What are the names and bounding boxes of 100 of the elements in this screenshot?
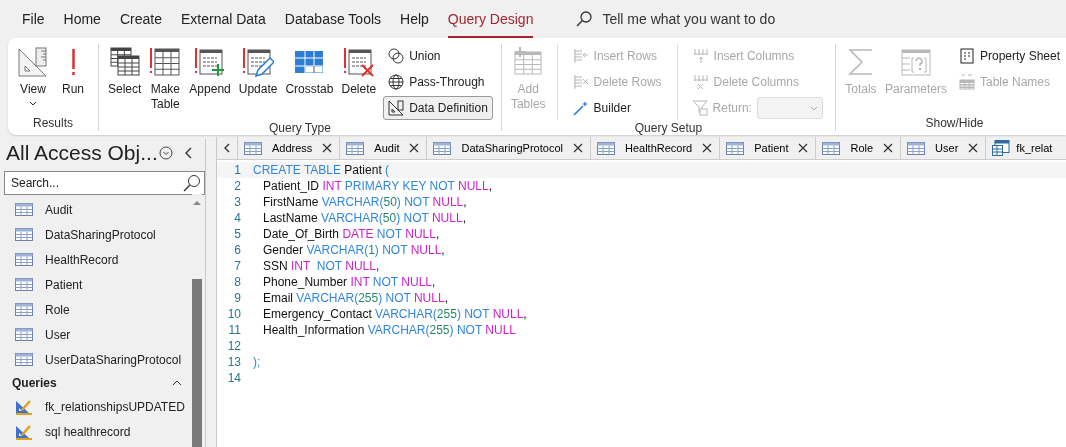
triangle-ruler-icon: [17, 46, 49, 78]
nav-item[interactable]: Audit: [0, 197, 205, 222]
nav-item[interactable]: UserDataSharingProtocol: [0, 347, 205, 372]
ribbon-tab[interactable]: Home: [63, 0, 101, 38]
scroll-left-icon[interactable]: [224, 143, 230, 153]
ribbon-button[interactable]: Data Definition: [383, 96, 493, 120]
group-header[interactable]: Queries: [12, 376, 57, 390]
table-pencil-icon: [242, 46, 275, 78]
ribbon-button[interactable]: Select: [105, 44, 145, 120]
table-plus-icon: [512, 46, 545, 78]
line-number: 12: [226, 338, 241, 354]
code-line: );: [253, 354, 261, 370]
code-line: Emergency_Contact VARCHAR(255) NOT NULL,: [262, 306, 527, 322]
funnel-icon: [691, 100, 708, 116]
table-grid-icon: [108, 46, 141, 78]
ribbon-button[interactable]: Property Sheet: [954, 44, 1066, 68]
columns-arrow-icon: [692, 48, 709, 64]
nav-item-label: Patient: [45, 277, 83, 292]
pane-title: All Access Obj...: [6, 141, 159, 165]
ribbon-button[interactable]: Append: [186, 44, 234, 120]
ribbon-button[interactable]: Union: [383, 44, 493, 68]
table-icon: [15, 353, 33, 366]
ribbon-button[interactable]: View: [14, 44, 52, 115]
nav-item[interactable]: User: [0, 322, 205, 347]
nav-item[interactable]: Role: [0, 297, 205, 322]
table-icon: [726, 141, 745, 155]
rows-x-icon: [572, 74, 589, 90]
ribbon-button[interactable]: Crosstab: [282, 44, 337, 120]
nav-item-label: DataSharingProtocol: [45, 227, 156, 242]
search-icon: [183, 174, 201, 192]
document-tab[interactable]: HealthRecord: [589, 137, 720, 159]
table-icon: [346, 141, 365, 155]
ribbon-tab[interactable]: External Data: [180, 0, 266, 38]
line-number: 14: [226, 370, 241, 386]
search-field[interactable]: Search...: [4, 171, 205, 195]
document-tab[interactable]: User: [900, 137, 986, 159]
triangle-ruler-icon: [388, 100, 405, 116]
overlapping-circles-icon: [388, 48, 405, 64]
ribbon-button[interactable]: Update: [235, 44, 281, 120]
code-line: Gender VARCHAR(1) NOT NULL,: [262, 242, 445, 258]
nav-item[interactable]: HealthRecord: [0, 247, 205, 272]
code-line: Date_Of_Birth DATE NOT NULL,: [262, 226, 440, 242]
document-tab[interactable]: DataSharingProtocol: [426, 137, 590, 159]
ribbon-button[interactable]: Run: [54, 44, 92, 115]
table-grid-icon: [959, 74, 975, 90]
close-icon: [409, 143, 420, 153]
columns-x-icon: [692, 74, 709, 90]
ribbon-tab[interactable]: Create: [119, 0, 162, 38]
nav-item[interactable]: DataSharingProtocol: [0, 222, 205, 247]
code-line: FirstName VARCHAR(50) NOT NULL,: [262, 194, 467, 210]
exclamation-icon: [71, 49, 75, 75]
close-icon: [968, 143, 979, 153]
table-question-icon: [899, 46, 932, 78]
nav-item[interactable]: Patient: [0, 272, 205, 297]
code-line: SSN INT NOT NULL,: [262, 258, 380, 274]
document-tab[interactable]: Address: [237, 137, 340, 159]
rows-arrow-icon: [572, 48, 589, 64]
nav-item-label: HealthRecord: [45, 252, 119, 267]
table-icon: [822, 141, 841, 155]
nav-item-label: Audit: [45, 202, 73, 217]
group-label: Results: [32, 115, 74, 131]
ribbon-button[interactable]: Delete: [338, 44, 380, 120]
ribbon-button[interactable]: Builder: [567, 96, 667, 120]
group-label: Query Type: [268, 120, 332, 136]
document-tab[interactable]: Audit: [339, 137, 427, 159]
line-number: 9: [233, 290, 241, 306]
scrollbar-thumb[interactable]: [192, 279, 202, 447]
line-number: 7: [233, 258, 241, 274]
close-icon: [798, 143, 809, 153]
nav-item-label: fk_relationshipsUPDATED: [45, 399, 185, 414]
document-tab[interactable]: fk_relat: [985, 137, 1053, 159]
ribbon-tab[interactable]: File: [22, 0, 45, 38]
scroll-up-icon: [192, 200, 202, 206]
nav-item-label: sql healthrecord: [45, 424, 131, 439]
table-icon: [15, 303, 33, 316]
table-icon: [15, 278, 33, 291]
document-tab[interactable]: Role: [815, 137, 901, 159]
tell-me-field[interactable]: Tell me what you want to do: [602, 11, 823, 27]
nav-item[interactable]: sql healthrecord: [0, 419, 205, 444]
document-tab[interactable]: Patient: [719, 137, 816, 159]
line-number: 11: [227, 322, 241, 338]
chevron-down-icon: [29, 101, 37, 106]
code-line: Email VARCHAR(255) NOT NULL,: [262, 290, 448, 306]
nav-item[interactable]: fk_relationshipsUPDATED: [0, 394, 205, 419]
ribbon-tab[interactable]: Database Tools: [284, 0, 382, 38]
group-label: Show/Hide: [924, 115, 985, 131]
ribbon-button[interactable]: Pass-Through: [383, 70, 493, 94]
line-number: 1: [233, 162, 241, 178]
line-number: 13: [226, 354, 241, 370]
line-number: 10: [226, 306, 241, 322]
ribbon-button[interactable]: Make Table: [146, 44, 185, 120]
close-icon: [883, 143, 894, 153]
line-number: 5: [233, 226, 241, 242]
ribbon-tab[interactable]: Help: [400, 0, 429, 38]
dropdown-circle-icon[interactable]: [159, 146, 173, 160]
code-line: Patient_ID INT PRIMARY KEY NOT NULL,: [262, 178, 492, 194]
search-icon: [576, 11, 593, 27]
chevron-left-icon[interactable]: [185, 147, 193, 159]
chevron-down-icon: [809, 105, 818, 111]
line-number: 6: [233, 242, 241, 258]
